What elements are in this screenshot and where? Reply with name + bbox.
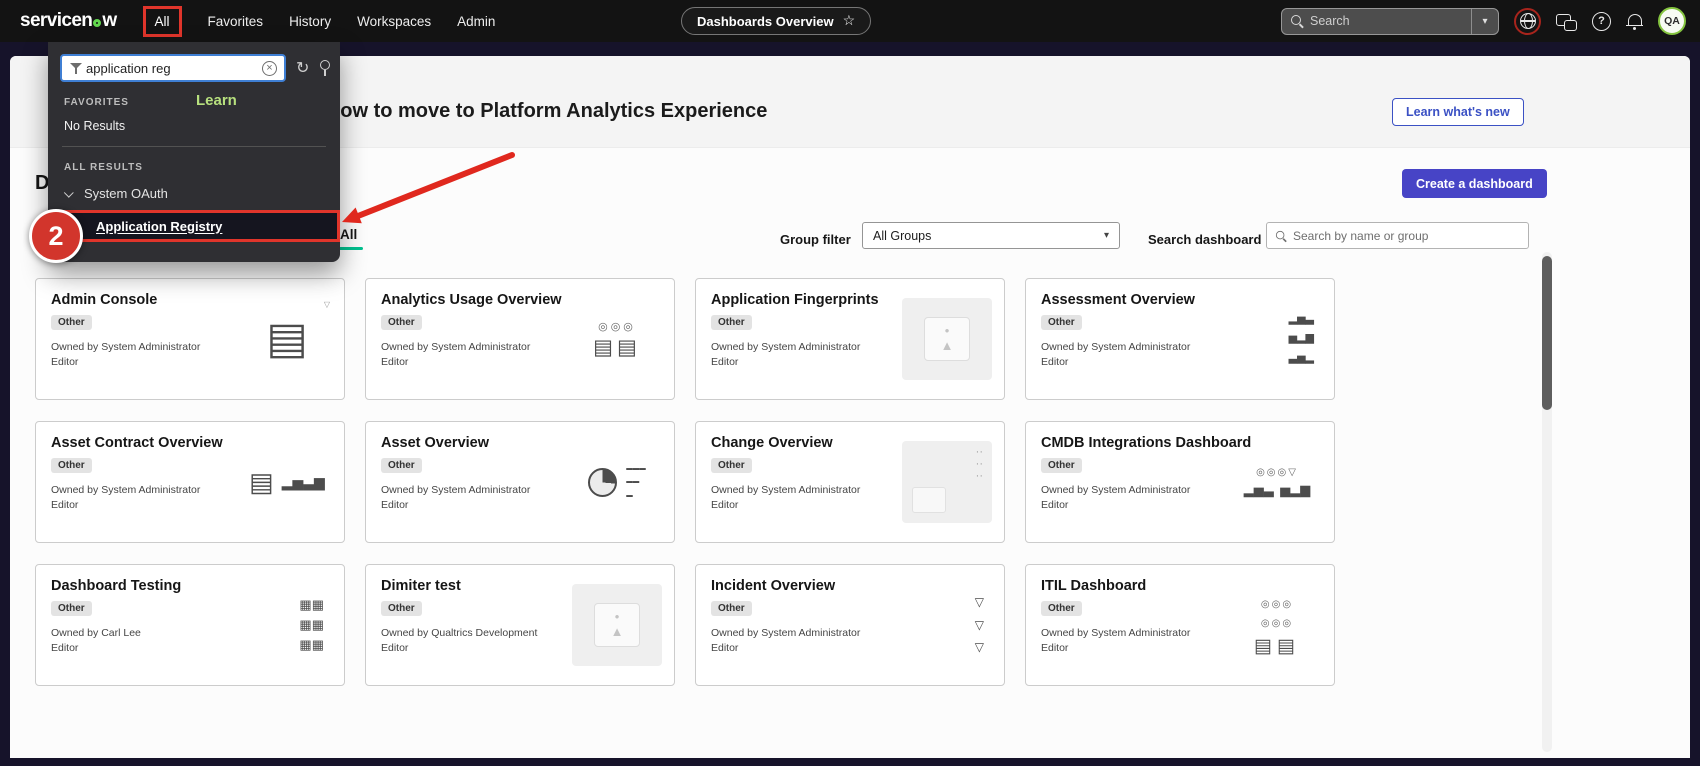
nav-item-favorites[interactable]: Favorites <box>208 14 264 29</box>
scrollbar-thumb[interactable] <box>1542 256 1552 410</box>
chevron-down-icon <box>64 188 74 198</box>
card-change-overview[interactable]: Change Overview Other Owned by System Ad… <box>695 421 1005 543</box>
search-icon <box>1291 15 1303 27</box>
scrollbar-track <box>1542 252 1552 752</box>
logo-text-left: servicen <box>20 10 92 32</box>
card-badge: Other <box>711 315 752 330</box>
card-badge: Other <box>51 601 92 616</box>
banner-title: Learn how to move to Platform Analytics … <box>268 100 767 123</box>
menu-item-application-registry[interactable]: Application Registry <box>48 210 340 242</box>
card-badge: Other <box>711 601 752 616</box>
favorites-header: FAVORITES <box>64 97 324 108</box>
menu-divider <box>62 146 326 147</box>
image-placeholder-icon <box>572 584 662 666</box>
dashboard-search-input[interactable] <box>1287 229 1520 243</box>
card-dimiter-test[interactable]: Dimiter test Other Owned by Qualtrics De… <box>365 564 675 686</box>
create-dashboard-button[interactable]: Create a dashboard <box>1402 169 1547 198</box>
placeholder-icon <box>902 441 992 523</box>
logo-green-ring-icon <box>93 19 101 27</box>
card-badge: Other <box>1041 458 1082 473</box>
gauges-tables-icon <box>572 298 662 380</box>
card-asset-overview[interactable]: Asset Overview Other Owned by System Adm… <box>365 421 675 543</box>
banner-thumbnail-label: Learn <box>196 92 237 109</box>
all-menu-panel: FAVORITES No Results ALL RESULTS System … <box>48 42 340 262</box>
refresh-icon[interactable] <box>296 58 309 78</box>
image-placeholder-icon <box>902 298 992 380</box>
nav-item-all[interactable]: All <box>143 6 182 37</box>
menu-filter-input[interactable] <box>86 61 262 76</box>
card-itil-dashboard[interactable]: ITIL Dashboard Other Owned by System Adm… <box>1025 564 1335 686</box>
card-badge: Other <box>51 458 92 473</box>
group-filter-label: Group filter <box>780 232 851 247</box>
card-admin-console[interactable]: Admin Console Other Owned by System Admi… <box>35 278 345 400</box>
dashboard-search <box>1266 222 1529 249</box>
card-badge: Other <box>381 601 422 616</box>
card-incident-overview[interactable]: Incident Overview Other Owned by System … <box>695 564 1005 686</box>
menu-group-system-oauth[interactable]: System OAuth <box>62 186 324 201</box>
card-badge: Other <box>381 458 422 473</box>
annotation-step-circle: 2 <box>29 209 83 263</box>
dashboard-card-grid: Admin Console Other Owned by System Admi… <box>35 278 1335 686</box>
context-pill-label: Dashboards Overview <box>697 14 834 29</box>
gauges-tables-icon <box>1232 584 1322 666</box>
grid-squares-icon <box>242 584 332 666</box>
card-application-fingerprints[interactable]: Application Fingerprints Other Owned by … <box>695 278 1005 400</box>
dashboard-context-pill[interactable]: Dashboards Overview <box>681 7 871 35</box>
menu-group-label: System OAuth <box>84 186 168 201</box>
tab-all[interactable]: All <box>340 227 357 250</box>
help-icon[interactable] <box>1592 12 1611 31</box>
funnel-rows-icon <box>902 584 992 666</box>
search-dropdown-caret-icon[interactable] <box>1471 8 1498 35</box>
card-dashboard-testing[interactable]: Dashboard Testing Other Owned by Carl Le… <box>35 564 345 686</box>
globe-icon[interactable] <box>1514 8 1541 35</box>
search-icon <box>1276 230 1286 240</box>
chevron-down-icon <box>1104 230 1109 241</box>
clear-filter-icon[interactable] <box>262 61 277 76</box>
chat-icon[interactable] <box>1556 12 1577 31</box>
table-icon <box>242 298 332 380</box>
gauges-bars-icon <box>1232 441 1322 523</box>
star-icon[interactable] <box>843 12 856 30</box>
globe-glyph-icon <box>1520 13 1536 29</box>
table-bars-icon <box>242 441 332 523</box>
card-badge: Other <box>381 315 422 330</box>
nav-item-admin[interactable]: Admin <box>457 14 495 29</box>
pie-funnel-icon <box>572 441 662 523</box>
card-asset-contract-overview[interactable]: Asset Contract Overview Other Owned by S… <box>35 421 345 543</box>
learn-whats-new-button[interactable]: Learn what's new <box>1392 98 1524 126</box>
top-nav: servicen w All Favorites History Workspa… <box>0 0 1700 42</box>
card-cmdb-integrations-dashboard[interactable]: CMDB Integrations Dashboard Other Owned … <box>1025 421 1335 543</box>
all-results-header: ALL RESULTS <box>64 162 324 173</box>
card-badge: Other <box>1041 315 1082 330</box>
servicenow-logo[interactable]: servicen w <box>20 10 117 32</box>
card-badge: Other <box>711 458 752 473</box>
menu-filter-field <box>60 54 286 82</box>
favorites-empty-text: No Results <box>64 119 324 133</box>
notifications-bell-icon[interactable] <box>1626 12 1643 31</box>
card-badge: Other <box>51 315 92 330</box>
nav-item-workspaces[interactable]: Workspaces <box>357 14 431 29</box>
logo-text-right: w <box>102 10 116 32</box>
filter-funnel-icon <box>70 62 82 75</box>
group-filter-select[interactable]: All Groups <box>862 222 1120 249</box>
card-analytics-usage-overview[interactable]: Analytics Usage Overview Other Owned by … <box>365 278 675 400</box>
nav-item-history[interactable]: History <box>289 14 331 29</box>
pin-icon[interactable] <box>319 60 330 77</box>
card-badge: Other <box>1041 601 1082 616</box>
group-filter-value: All Groups <box>873 229 931 243</box>
search-dashboard-label: Search dashboard <box>1148 232 1261 247</box>
menu-item-label: Application Registry <box>96 219 222 234</box>
bar-charts-icon <box>1232 298 1322 380</box>
global-search <box>1281 8 1499 35</box>
card-assessment-overview[interactable]: Assessment Overview Other Owned by Syste… <box>1025 278 1335 400</box>
menu-filter-row <box>48 42 340 82</box>
global-search-input[interactable] <box>1303 14 1471 28</box>
avatar[interactable]: QA <box>1658 7 1686 35</box>
